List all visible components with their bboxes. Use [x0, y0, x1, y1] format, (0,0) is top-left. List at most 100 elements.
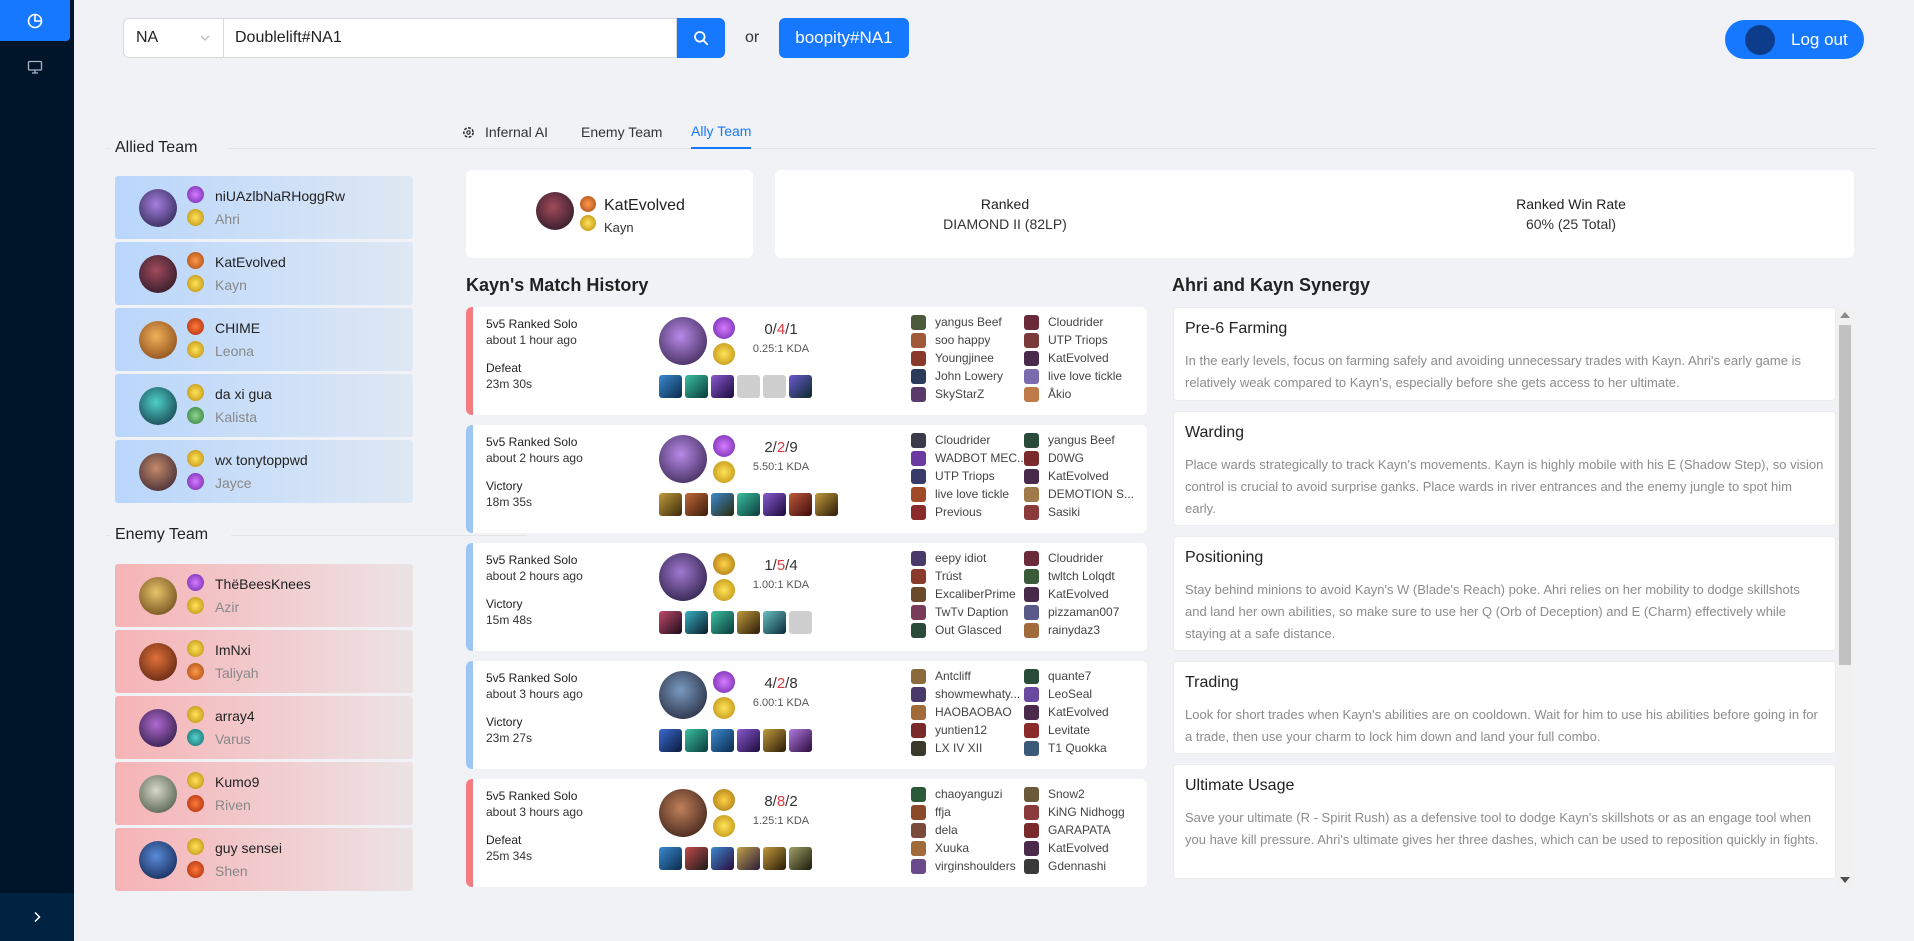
match-card[interactable]: 5v5 Ranked Solo about 3 hours ago Defeat…: [466, 779, 1147, 887]
participant[interactable]: Trúst: [911, 567, 1016, 585]
participant[interactable]: Åkio: [1024, 385, 1122, 403]
ally-player-3[interactable]: CHIME Leona: [115, 308, 413, 371]
participant[interactable]: Antcliff: [911, 667, 1020, 685]
region-select[interactable]: NA: [123, 18, 223, 58]
item-build: [659, 729, 812, 752]
tab-ally-team[interactable]: Ally Team: [691, 115, 752, 149]
participant[interactable]: UTP Triops: [911, 467, 1027, 485]
match-card[interactable]: 5v5 Ranked Solo about 3 hours ago Victor…: [466, 661, 1147, 769]
participant[interactable]: GARAPATA: [1024, 821, 1125, 839]
ally-player-5[interactable]: wx tonytoppwd Jayce: [115, 440, 413, 503]
participant[interactable]: TwTv Daption: [911, 603, 1016, 621]
participant[interactable]: Cloudrider: [1024, 549, 1119, 567]
enemy-player-5[interactable]: guy sensei Shen: [115, 828, 413, 891]
enemy-player-3[interactable]: array4 Varus: [115, 696, 413, 759]
participant[interactable]: KatEvolved: [1024, 349, 1122, 367]
match-card[interactable]: 5v5 Ranked Solo about 1 hour ago Defeat …: [466, 307, 1147, 415]
spell-icon: [713, 815, 735, 837]
participant[interactable]: SkyStarZ: [911, 385, 1003, 403]
participant[interactable]: DEMOTION S...: [1024, 485, 1134, 503]
team-list: Antcliff showmewhaty... HAOBAOBAO yuntie…: [911, 667, 1020, 757]
match-card[interactable]: 5v5 Ranked Solo about 2 hours ago Victor…: [466, 425, 1147, 533]
item-icon: [685, 611, 708, 634]
participant[interactable]: UTP Triops: [1024, 331, 1122, 349]
participant[interactable]: Levitate: [1024, 721, 1109, 739]
team-list: Cloudrider twltch Lolqdt KatEvolved pizz…: [1024, 549, 1119, 639]
participant[interactable]: eepy idiot: [911, 549, 1016, 567]
spell-icon: [187, 772, 204, 789]
participant[interactable]: KatEvolved: [1024, 703, 1109, 721]
logout-button[interactable]: Log out: [1725, 20, 1864, 59]
participant[interactable]: chaoyanguzi: [911, 785, 1016, 803]
participant[interactable]: Out Glasced: [911, 621, 1016, 639]
sidebar-item-live-game[interactable]: [0, 46, 70, 87]
participant[interactable]: showmewhaty...: [911, 685, 1020, 703]
participant[interactable]: Youngjinee: [911, 349, 1003, 367]
item-icon: [737, 729, 760, 752]
synergy-tip: Trading Look for short trades when Kayn'…: [1173, 661, 1836, 754]
participant[interactable]: Sasiki: [1024, 503, 1134, 521]
participant[interactable]: Snow2: [1024, 785, 1125, 803]
scroll-up-arrow[interactable]: [1840, 312, 1850, 318]
participant[interactable]: T1 Quokka: [1024, 739, 1109, 757]
enemy-player-2[interactable]: ImNxi Taliyah: [115, 630, 413, 693]
ally-player-1[interactable]: niUAzlbNaRHoggRw Ahri: [115, 176, 413, 239]
participant[interactable]: ExcaliberPrime: [911, 585, 1016, 603]
tab-enemy-team[interactable]: Enemy Team: [581, 115, 662, 149]
participant[interactable]: Xuuka: [911, 839, 1016, 857]
participant[interactable]: rainydaz3: [1024, 621, 1119, 639]
participant[interactable]: KatEvolved: [1024, 585, 1119, 603]
participant[interactable]: LX IV XII: [911, 739, 1020, 757]
participant[interactable]: quante7: [1024, 667, 1109, 685]
participant[interactable]: twltch Lolqdt: [1024, 567, 1119, 585]
summoner-input[interactable]: [223, 18, 677, 58]
champion-portrait: [139, 255, 177, 293]
participant[interactable]: John Lowery: [911, 367, 1003, 385]
participant[interactable]: dela: [911, 821, 1016, 839]
participant[interactable]: KatEvolved: [1024, 839, 1125, 857]
participant[interactable]: yangus Beef: [911, 313, 1003, 331]
ally-player-2[interactable]: KatEvolved Kayn: [115, 242, 413, 305]
recent-summoner-button[interactable]: boopity#NA1: [779, 18, 909, 58]
participant[interactable]: yuntien12: [911, 721, 1020, 739]
participant[interactable]: pizzaman007: [1024, 603, 1119, 621]
spell-icon: [713, 789, 735, 811]
participant[interactable]: Cloudrider: [911, 431, 1027, 449]
sidebar-collapse-button[interactable]: [0, 893, 74, 941]
tip-title: Ultimate Usage: [1185, 777, 1295, 794]
participant[interactable]: KiNG Nidhogg: [1024, 803, 1125, 821]
participant[interactable]: LeoSeal: [1024, 685, 1109, 703]
participant[interactable]: Gdennashi: [1024, 857, 1125, 875]
spell-icon: [187, 838, 204, 855]
participant[interactable]: soo happy: [911, 331, 1003, 349]
participant[interactable]: virginshoulders: [911, 857, 1016, 875]
ally-player-4[interactable]: da xi gua Kalista: [115, 374, 413, 437]
champion-portrait: [659, 435, 707, 483]
synergy-scroll-panel[interactable]: Pre-6 Farming In the early levels, focus…: [1172, 307, 1854, 888]
participant[interactable]: ffja: [911, 803, 1016, 821]
tab-infernal-ai[interactable]: Infernal AI: [462, 115, 548, 149]
participant[interactable]: WADBOT MEC...: [911, 449, 1027, 467]
player-name: Kumo9: [215, 774, 260, 790]
player-name: da xi gua: [215, 386, 272, 402]
participant[interactable]: live love tickle: [911, 485, 1027, 503]
enemy-player-1[interactable]: ThëBeesKnees Azir: [115, 564, 413, 627]
sidebar-item-dashboard[interactable]: [0, 0, 70, 41]
participant[interactable]: yangus Beef: [1024, 431, 1134, 449]
participant[interactable]: D0WG: [1024, 449, 1134, 467]
participant[interactable]: live love tickle: [1024, 367, 1122, 385]
participant[interactable]: Previous: [911, 503, 1027, 521]
item-icon: [737, 493, 760, 516]
participant[interactable]: HAOBAOBAO: [911, 703, 1020, 721]
participant[interactable]: Cloudrider: [1024, 313, 1122, 331]
match-result: Victory: [486, 715, 523, 729]
scroll-down-arrow[interactable]: [1840, 877, 1850, 883]
participant[interactable]: KatEvolved: [1024, 467, 1134, 485]
scrollbar-thumb[interactable]: [1839, 325, 1851, 665]
search-button[interactable]: [677, 18, 725, 58]
enemy-player-4[interactable]: Kumo9 Riven: [115, 762, 413, 825]
spell-icon: [713, 553, 735, 575]
champion-name: Jayce: [215, 475, 252, 491]
match-card[interactable]: 5v5 Ranked Solo about 2 hours ago Victor…: [466, 543, 1147, 651]
scrollbar[interactable]: [1836, 307, 1854, 888]
